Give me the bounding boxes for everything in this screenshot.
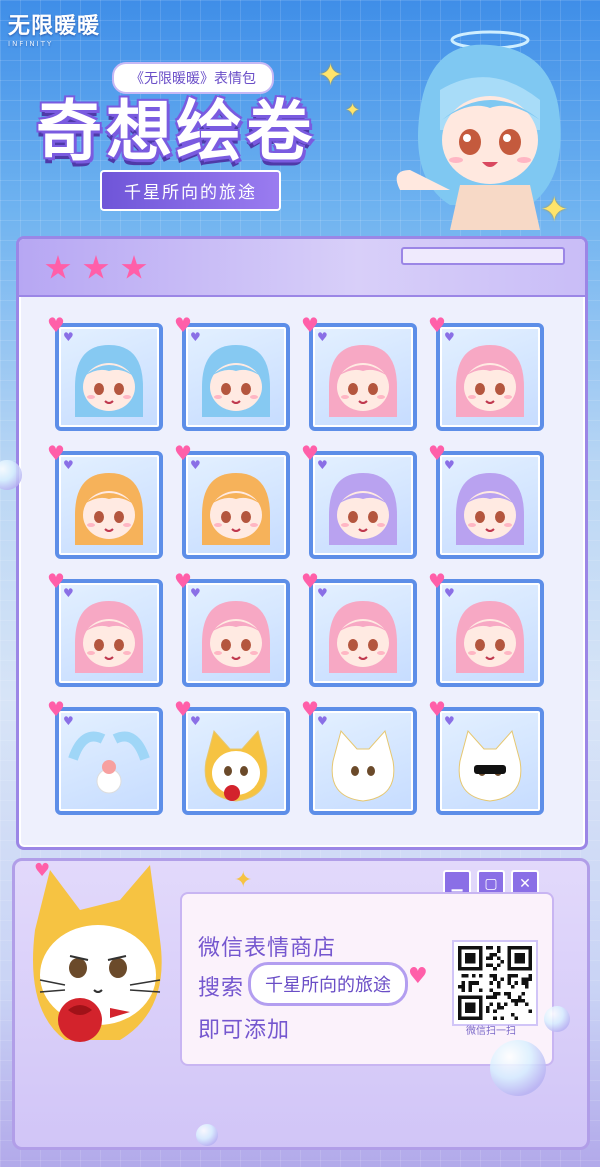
bubble-decoration bbox=[196, 1124, 218, 1146]
star-icon bbox=[121, 255, 147, 279]
window-header bbox=[19, 239, 585, 297]
sticker-tile-mascot[interactable]: ♥ ♥ bbox=[47, 699, 163, 815]
heart-icon: ♥ bbox=[408, 964, 428, 989]
sticker-tile-ghost-mascot[interactable]: ♥ ♥ bbox=[428, 699, 544, 815]
qr-code[interactable] bbox=[452, 940, 538, 1026]
sticker-tile-purple-hair-girl[interactable]: ♥ ♥ bbox=[428, 443, 544, 559]
sticker-tile-pink-hair-girl[interactable]: ♥ ♥ bbox=[47, 571, 163, 687]
bubble-decoration bbox=[544, 1006, 570, 1032]
game-logo: 无限暖暖 INFINITY bbox=[8, 14, 101, 48]
search-term-pill[interactable]: 千星所向的旅途 bbox=[248, 962, 408, 1006]
search-label: 搜索 bbox=[198, 976, 245, 1001]
sticker-tile-blue-hair-girl[interactable]: ♥ ♥ bbox=[47, 315, 163, 431]
sticker-grid: ♥ ♥ ♥ ♥ ♥ ♥ ♥ ♥ ♥ ♥ ♥ ♥ ♥ ♥ ♥ ♥ ♥ ♥ ♥ ♥ … bbox=[47, 315, 544, 815]
sparkle-icon: ✦ bbox=[318, 58, 344, 93]
sticker-tile-cat-mascot[interactable]: ♥ ♥ bbox=[174, 699, 290, 815]
sticker-tile-pink-hair-girl[interactable]: ♥ ♥ bbox=[428, 315, 544, 431]
bubble-decoration bbox=[490, 1040, 546, 1096]
sticker-tile-pink-hair-girl[interactable]: ♥ ♥ bbox=[174, 571, 290, 687]
add-instruction-text: 即可添加 bbox=[198, 1018, 291, 1043]
star-icon bbox=[83, 255, 109, 279]
sticker-tile-purple-hair-girl[interactable]: ♥ ♥ bbox=[301, 443, 417, 559]
cat-mascot-illustration bbox=[33, 865, 162, 1042]
sparkle-icon: ✦ bbox=[234, 868, 253, 893]
sticker-tile-pink-hair-girl[interactable]: ♥ ♥ bbox=[428, 571, 544, 687]
qr-caption: 微信扫一扫 bbox=[466, 1026, 516, 1037]
sticker-tile-pink-hair-girl[interactable]: ♥ ♥ bbox=[301, 315, 417, 431]
store-name-text: 微信表情商店 bbox=[198, 936, 337, 961]
main-title: 奇想绘卷 bbox=[36, 93, 316, 170]
sticker-tile-orange-hair-girl[interactable]: ♥ ♥ bbox=[174, 443, 290, 559]
sticker-tile-blue-hair-girl[interactable]: ♥ ♥ bbox=[174, 315, 290, 431]
sparkle-icon: ✦ bbox=[345, 100, 361, 121]
heart-icon: ♥ bbox=[34, 860, 51, 881]
star-icon bbox=[45, 255, 71, 279]
subtitle-ribbon: 千星所向的旅途 bbox=[100, 170, 281, 211]
sticker-tile-pink-hair-girl[interactable]: ♥ ♥ bbox=[301, 571, 417, 687]
sticker-window: ♥ ♥ ♥ ♥ ♥ ♥ ♥ ♥ ♥ ♥ ♥ ♥ ♥ ♥ ♥ ♥ ♥ ♥ ♥ ♥ … bbox=[16, 236, 588, 850]
blue-hair-girl-illustration bbox=[396, 30, 561, 230]
sticker-tile-ghost-mascot[interactable]: ♥ ♥ bbox=[301, 699, 417, 815]
sticker-tile-orange-hair-girl[interactable]: ♥ ♥ bbox=[47, 443, 163, 559]
header-decoration bbox=[401, 247, 565, 265]
